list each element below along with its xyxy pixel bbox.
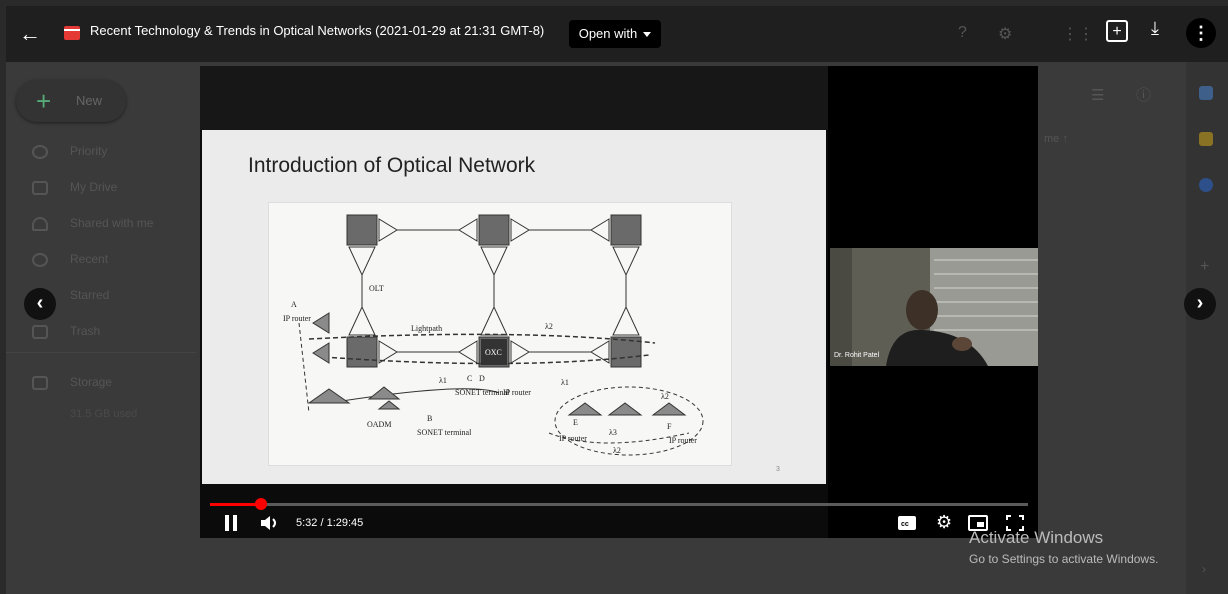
diagram-label-lambda1b: λ1: [561, 378, 569, 387]
drive-icon: [32, 180, 48, 195]
column-header-name[interactable]: me ↑: [1044, 133, 1068, 145]
info-icon[interactable]: ⓘ: [1136, 84, 1151, 105]
sidebar-item-storage[interactable]: Storage: [32, 375, 112, 397]
diagram-label-olt: OLT: [369, 284, 384, 293]
windows-activation-watermark: Activate Windows Go to Settings to activ…: [969, 528, 1158, 566]
next-file-arrow-icon[interactable]: ›: [1184, 288, 1216, 320]
diagram-label-lambda1: λ1: [439, 376, 447, 385]
new-button[interactable]: + New: [16, 80, 126, 122]
trash-icon: [32, 324, 48, 339]
chevron-down-icon: [643, 32, 652, 38]
diagram-label-a: A: [291, 300, 297, 309]
settings-icon[interactable]: ⚙: [936, 513, 952, 531]
viewer-frame: ← Recent Technology & Trends in Optical …: [6, 6, 1228, 594]
diagram-label-c: C: [467, 374, 472, 383]
scrubber-handle[interactable]: [254, 498, 267, 510]
diagram-label-ip-router-f: IP router: [669, 436, 697, 445]
watermark-title: Activate Windows: [969, 528, 1104, 547]
sidebar-item-label: Starred: [70, 288, 110, 302]
sidebar-item-recent[interactable]: Recent: [32, 252, 108, 274]
video-file-icon: [64, 26, 80, 40]
sidebar-item-priority[interactable]: Priority: [32, 144, 107, 166]
diagram-label-ip-router-d: IP router: [503, 388, 531, 397]
network-diagram-svg: OLT Lightpath λ2 λ1 λ1 OXC IP router A B…: [283, 214, 704, 456]
sort-arrow-icon: ↑: [1062, 133, 1068, 145]
add-comment-icon[interactable]: +: [1106, 20, 1128, 42]
people-icon: [32, 216, 48, 231]
add-addon-icon[interactable]: +: [1200, 258, 1209, 276]
video-timestamp: 5:32 / 1:29:45: [296, 517, 364, 529]
column-header-label: me: [1044, 133, 1060, 145]
slide-title: Introduction of Optical Network: [248, 154, 536, 177]
more-options-icon[interactable]: ⋮: [1186, 18, 1216, 48]
file-title: Recent Technology & Trends in Optical Ne…: [90, 23, 545, 38]
diagram-label-lambda3: λ3: [609, 428, 617, 437]
previous-file-arrow-icon[interactable]: ‹: [24, 288, 56, 320]
side-panel-rail: + ›: [1186, 62, 1228, 594]
back-arrow-icon[interactable]: ←: [18, 22, 42, 46]
sidebar-item-label: My Drive: [70, 180, 118, 194]
diagram-label-sonet-terminal-b: SONET terminal: [417, 428, 472, 437]
diagram-label-sonet-terminal-cd: SONET terminal: [455, 388, 510, 397]
drive-sidebar: + New Priority My Drive Shared with me R…: [6, 62, 196, 594]
captions-icon[interactable]: cc: [898, 516, 916, 530]
diagram-label-d: D: [479, 374, 485, 383]
plus-icon: +: [36, 86, 52, 116]
storage-icon: [32, 375, 48, 390]
watermark-subtitle: Go to Settings to activate Windows.: [969, 552, 1159, 566]
expand-panel-icon[interactable]: ›: [1202, 562, 1206, 576]
check-circle-icon: [32, 144, 48, 159]
sidebar-item-label: Recent: [70, 252, 109, 266]
diagram-label-e: E: [573, 418, 578, 427]
divider: [6, 352, 196, 353]
pause-icon[interactable]: [224, 515, 238, 531]
diagram-label-lightpath: Lightpath: [411, 324, 442, 333]
shared-screen: Introduction of Optical Network OLT Ligh…: [200, 66, 828, 538]
clock-icon: [32, 252, 48, 267]
help-icon[interactable]: ?: [958, 24, 967, 42]
volume-icon[interactable]: [260, 515, 280, 531]
shared-screen-top-bar: [200, 66, 828, 130]
speaker-webcam: Dr. Rohit Patel: [830, 248, 1038, 366]
diagram-label-oadm: OADM: [367, 420, 391, 429]
diagram-label-lambda2: λ2: [545, 322, 553, 331]
sidebar-item-label: Shared with me: [70, 216, 154, 230]
new-label: New: [76, 93, 103, 108]
video-progress-bar[interactable]: [210, 498, 1028, 510]
sidebar-item-label: Priority: [70, 144, 108, 158]
download-icon[interactable]: ⤓: [1151, 18, 1159, 39]
diagram-label-b: B: [427, 414, 432, 423]
gear-icon[interactable]: ⚙: [998, 24, 1012, 44]
speaker-video-svg: [830, 248, 1038, 366]
storage-used-text: 31.5 GB used: [70, 408, 138, 420]
list-view-icon[interactable]: ☰: [1091, 86, 1104, 104]
keep-icon[interactable]: [1199, 132, 1213, 146]
viewer-top-bar: ← Recent Technology & Trends in Optical …: [6, 6, 1228, 62]
video-progress-fill: [210, 503, 261, 506]
diagram-label-lambda2b: λ2: [661, 392, 669, 401]
diagram-label-lambda2c: λ2: [613, 446, 621, 455]
diagram-label-f: F: [667, 422, 672, 431]
sidebar-item-shared[interactable]: Shared with me: [32, 216, 153, 238]
optical-network-diagram: OLT Lightpath λ2 λ1 λ1 OXC IP router A B…: [268, 202, 732, 466]
svg-text:cc: cc: [901, 521, 909, 528]
diagram-label-ip-router-e: IP router: [559, 434, 587, 443]
tasks-icon[interactable]: [1199, 178, 1213, 192]
diagram-label-oxc: OXC: [485, 348, 502, 357]
apps-grid-icon[interactable]: ⋮⋮: [1062, 24, 1094, 44]
presentation-slide: Introduction of Optical Network OLT Ligh…: [202, 130, 826, 484]
sidebar-item-label: Trash: [70, 324, 101, 338]
slide-page-number: 3: [776, 466, 780, 473]
sidebar-item-label: Storage: [70, 375, 113, 389]
video-player[interactable]: Introduction of Optical Network OLT Ligh…: [200, 66, 1038, 538]
sidebar-item-trash[interactable]: Trash: [32, 324, 100, 346]
speaker-name: Dr. Rohit Patel: [834, 352, 880, 359]
open-with-button[interactable]: Open with: [569, 20, 661, 48]
open-with-label: Open with: [578, 26, 638, 41]
diagram-label-ip-router-a: IP router: [283, 314, 311, 323]
sidebar-item-my-drive[interactable]: My Drive: [32, 180, 117, 202]
calendar-icon[interactable]: [1199, 86, 1213, 100]
